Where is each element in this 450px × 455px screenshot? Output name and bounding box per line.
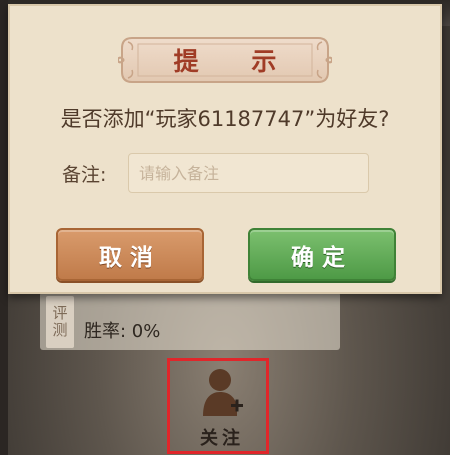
user-plus-icon[interactable] — [201, 366, 243, 418]
left-dark-edge — [0, 0, 8, 455]
cancel-button[interactable]: 取消 — [56, 228, 204, 281]
add-friend-question: 是否添加“玩家61187747”为好友? — [60, 107, 390, 131]
remark-input[interactable] — [128, 153, 369, 193]
dialog-title: 提 示 — [173, 47, 299, 76]
remark-label: 备注: — [62, 164, 107, 186]
confirm-button[interactable]: 确定 — [248, 228, 396, 281]
evaluation-tag: 评测 — [46, 296, 74, 348]
win-rate-text: 胜率: 0% — [84, 321, 161, 342]
follow-button-label[interactable]: 关注 — [192, 424, 252, 450]
